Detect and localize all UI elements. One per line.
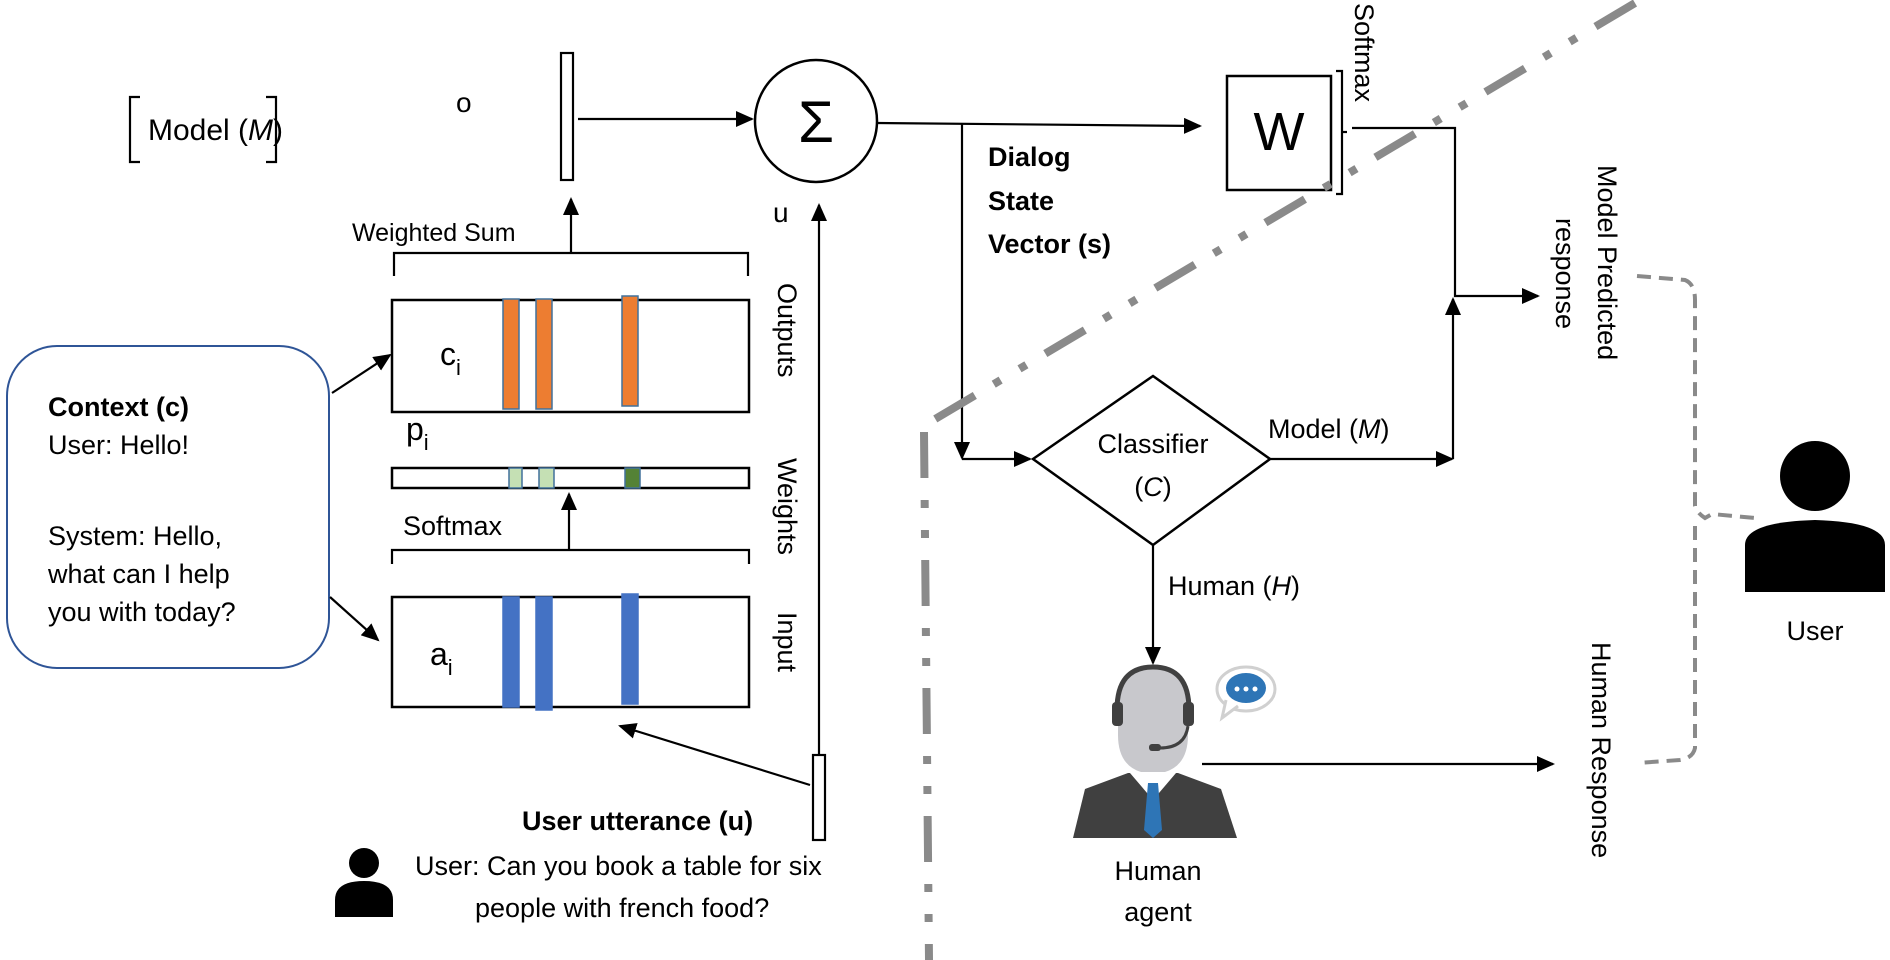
model-response-label-2: response (1550, 218, 1580, 329)
utterance-line-2: people with french food? (475, 893, 769, 923)
arrow-context-to-input (329, 596, 380, 642)
arrow-context-to-outputs (331, 353, 392, 394)
user-brace-top (1636, 274, 1756, 521)
softmax-bracket-w (1336, 69, 1344, 196)
input-bar (502, 596, 520, 708)
dialog-state-line-2: State (988, 186, 1054, 216)
u-vector (811, 753, 827, 842)
weight-cell (508, 467, 523, 489)
human-response-label: Human Response (1586, 642, 1616, 858)
context-line-system-1: System: Hello, (48, 521, 222, 551)
weights-bar (390, 466, 751, 490)
p-i-label: pi (406, 411, 429, 455)
diagram-canvas: Model (M) o Σ u Weighted Sum ci Outputs … (6, 0, 1885, 960)
weighted-sum-label: Weighted Sum (352, 219, 516, 247)
w-label: W (1254, 102, 1305, 162)
u-label: u (773, 197, 789, 228)
context-title: Context (c) (48, 392, 189, 422)
context-line-system-2: what can I help (47, 559, 230, 589)
arrow-u-to-input (618, 723, 811, 787)
model-label: Model (M) (148, 114, 283, 147)
o-label: o (456, 87, 472, 118)
user-brace-bottom (1636, 526, 1697, 765)
arrow-sum-to-w (876, 117, 1202, 134)
model-bracket-label: Model (M) (128, 95, 283, 164)
input-label: Input (772, 612, 802, 673)
human-branch-label: Human (H) (1168, 571, 1300, 601)
dialog-state-line-3: Vector (s) (988, 229, 1111, 259)
chat-bubble-icon (1215, 665, 1277, 722)
classifier-label: Classifier (1097, 429, 1208, 459)
utterance-title: User utterance (u) (522, 806, 753, 836)
context-line-system-3: you with today? (48, 597, 236, 627)
input-bar (535, 596, 553, 711)
user-label: User (1786, 616, 1843, 646)
weights-label: Weights (772, 458, 802, 555)
model-response-label-1: Model Predicted (1592, 165, 1622, 360)
human-agent-label-2: agent (1124, 897, 1192, 927)
context-line-user: User: Hello! (48, 430, 189, 460)
classifier-var: (C) (1134, 472, 1172, 502)
weight-cell (538, 467, 555, 489)
utterance-line-1: User: Can you book a table for six (415, 851, 822, 881)
output-bar (535, 298, 553, 410)
classifier-node (1030, 374, 1273, 547)
softmax-bracket (390, 548, 751, 564)
human-agent-icon (1073, 664, 1237, 838)
left-bracket (128, 95, 140, 164)
dialog-state-line-1: Dialog (988, 142, 1071, 172)
o-vector (559, 51, 575, 182)
output-bar (502, 298, 520, 410)
output-bar (621, 295, 639, 407)
user-icon (1745, 441, 1885, 592)
weighted-sum-bracket (392, 251, 750, 276)
user-icon-small (335, 848, 393, 917)
sigma-icon: Σ (798, 90, 834, 155)
w-softmax-label: Softmax (1349, 3, 1379, 103)
model-branch-label: Model (M) (1268, 414, 1390, 444)
weight-cell (624, 467, 641, 489)
outputs-label: Outputs (772, 283, 802, 378)
divider-vertical (920, 431, 933, 960)
input-bar (621, 593, 639, 705)
softmax-label: Softmax (403, 511, 503, 541)
human-agent-label-1: Human (1114, 856, 1201, 886)
